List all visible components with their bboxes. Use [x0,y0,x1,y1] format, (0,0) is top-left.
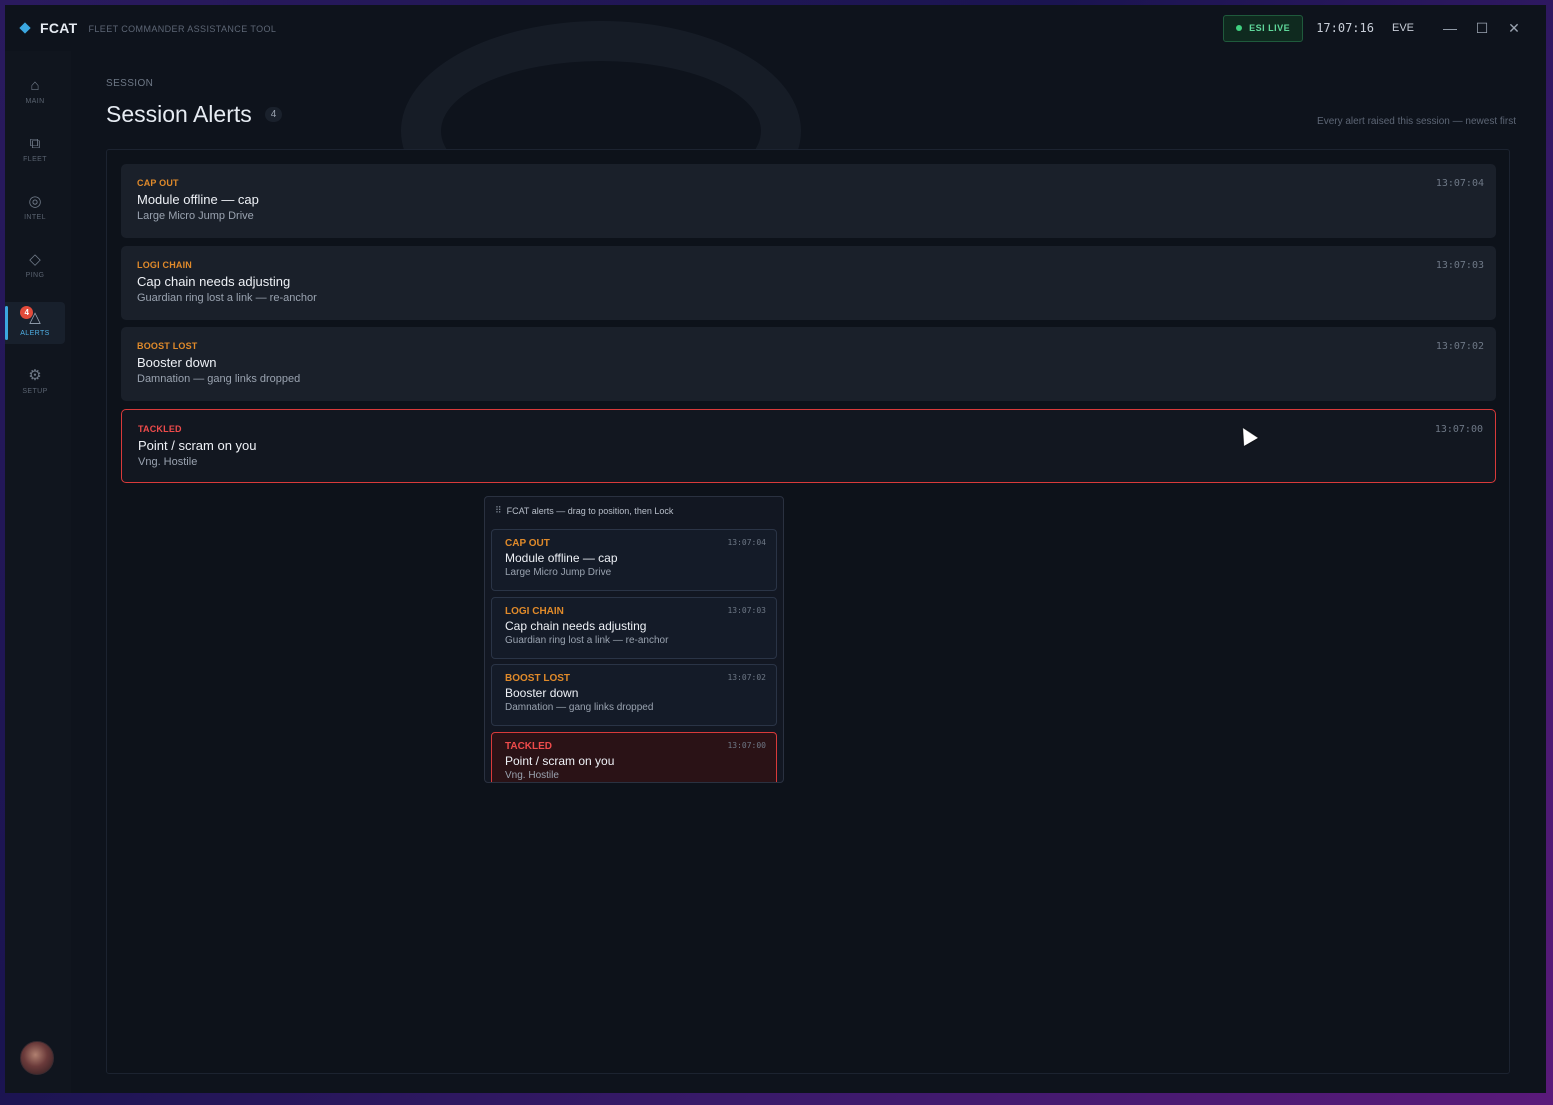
gear-icon: ⚙ [28,367,42,384]
sidebar-item-fleet[interactable]: ⧉ FLEET [5,128,65,170]
overlay-alert-card: CAP OUT Module offline — cap Large Micro… [491,529,777,591]
sidebar-item-alerts[interactable]: △ 4 ALERTS [5,302,65,344]
alert-card-critical[interactable]: TACKLED Point / scram on you Vng. Hostil… [121,409,1496,483]
fleet-icon: ⧉ [29,135,41,152]
alerts-panel: CAP OUT Module offline — cap Large Micro… [106,149,1510,1074]
avatar[interactable] [20,1041,54,1075]
alert-tag: CAP OUT [505,538,550,549]
overlay-alert-card-critical: TACKLED Point / scram on you Vng. Hostil… [491,732,777,782]
app-window: FCAT FLEET COMMANDER ASSISTANCE TOOL ESI… [5,5,1546,1093]
sidebar-item-label: FLEET [23,156,47,163]
alert-time: 13:07:00 [727,741,766,750]
clock: 17:07:16 [1316,21,1374,35]
alert-subtitle: Damnation — gang links dropped [505,702,654,713]
alert-subtitle: Guardian ring lost a link — re-anchor [137,292,317,304]
page-title: Session Alerts 4 [106,101,283,128]
sidebar-item-setup[interactable]: ⚙ SETUP [5,360,65,402]
alert-subtitle: Guardian ring lost a link — re-anchor [505,635,669,646]
alert-subtitle: Large Micro Jump Drive [137,210,254,222]
alert-title: Module offline — cap [137,192,259,207]
breadcrumb: SESSION [106,78,154,89]
alert-card[interactable]: CAP OUT Module offline — cap Large Micro… [121,164,1496,238]
alerts-overlay-window[interactable]: ⠿ FCAT alerts — drag to position, then L… [484,496,784,783]
alert-time: 13:07:03 [727,606,766,615]
home-icon: ⌂ [30,77,40,94]
sidebar: ⌂ MAIN ⧉ FLEET ◎ INTEL ◇ PING △ 4 ALERTS … [5,51,71,1093]
alert-count-badge: 4 [264,107,283,122]
status-dot-icon [1236,25,1243,31]
sidebar-item-label: ALERTS [20,330,50,337]
main-content: SESSION Session Alerts 4 Every alert rai… [71,21,1546,1093]
sidebar-item-ping[interactable]: ◇ PING [5,244,65,286]
sidebar-item-intel[interactable]: ◎ INTEL [5,186,65,228]
alert-tag: BOOST LOST [505,673,570,684]
sidebar-item-main[interactable]: ⌂ MAIN [5,70,65,112]
alert-time: 13:07:00 [1434,424,1483,435]
alert-tag: CAP OUT [137,178,179,188]
server-label: EVE [1391,22,1414,34]
maximize-icon[interactable]: ☐ [1466,20,1498,37]
alert-title: Cap chain needs adjusting [505,619,647,633]
esi-status-label: ESI LIVE [1249,23,1291,33]
ping-icon: ◇ [29,251,41,268]
alert-title: Cap chain needs adjusting [137,274,291,289]
overlay-drag-handle[interactable]: ⠿ FCAT alerts — drag to position, then L… [485,497,783,524]
drag-grip-icon: ⠿ [495,505,502,515]
app-subtitle: FLEET COMMANDER ASSISTANCE TOOL [88,24,277,34]
alert-subtitle: Damnation — gang links dropped [137,373,301,385]
alert-card[interactable]: BOOST LOST Booster down Damnation — gang… [121,327,1496,401]
esi-status-badge: ESI LIVE [1223,14,1304,42]
page-hint: Every alert raised this session — newest… [1317,116,1516,127]
alert-title: Point / scram on you [505,754,615,768]
sidebar-item-label: INTEL [24,214,46,221]
sidebar-item-label: PING [25,272,45,279]
sidebar-item-label: MAIN [25,98,45,105]
alert-time: 13:07:02 [1435,341,1484,352]
overlay-alert-card: BOOST LOST Booster down Damnation — gang… [491,664,777,726]
alert-card[interactable]: LOGI CHAIN Cap chain needs adjusting Gua… [121,246,1496,320]
alert-tag: TACKLED [138,424,182,434]
alert-title: Module offline — cap [505,551,618,565]
alert-title: Point / scram on you [138,438,257,453]
alert-title: Booster down [137,355,217,370]
alert-subtitle: Vng. Hostile [505,770,559,781]
page-title-text: Session Alerts [106,101,252,127]
alert-tag: LOGI CHAIN [505,606,564,617]
alert-tag: LOGI CHAIN [137,260,192,270]
alert-title: Booster down [505,686,579,700]
app-name: FCAT [40,20,78,36]
alert-time: 13:07:03 [1435,260,1484,271]
alerts-count-badge: 4 [20,306,34,319]
alert-subtitle: Large Micro Jump Drive [505,567,612,578]
intel-icon: ◎ [28,193,42,210]
overlay-alert-card: LOGI CHAIN Cap chain needs adjusting Gua… [491,597,777,659]
alert-tag: TACKLED [505,741,553,752]
sidebar-item-label: SETUP [22,388,48,395]
alert-time: 13:07:02 [727,673,766,682]
close-icon[interactable]: ✕ [1498,20,1530,37]
alert-subtitle: Vng. Hostile [138,456,198,468]
alert-time: 13:07:04 [727,538,766,547]
alert-triangle-icon: △ 4 [20,306,41,327]
alert-tag: BOOST LOST [137,341,198,351]
app-logo-icon [19,22,31,34]
title-bar: FCAT FLEET COMMANDER ASSISTANCE TOOL ESI… [5,5,1546,51]
alert-time: 13:07:04 [1435,178,1484,189]
minimize-icon[interactable]: — [1434,20,1466,36]
overlay-header-text: FCAT alerts — drag to position, then Loc… [506,505,674,516]
